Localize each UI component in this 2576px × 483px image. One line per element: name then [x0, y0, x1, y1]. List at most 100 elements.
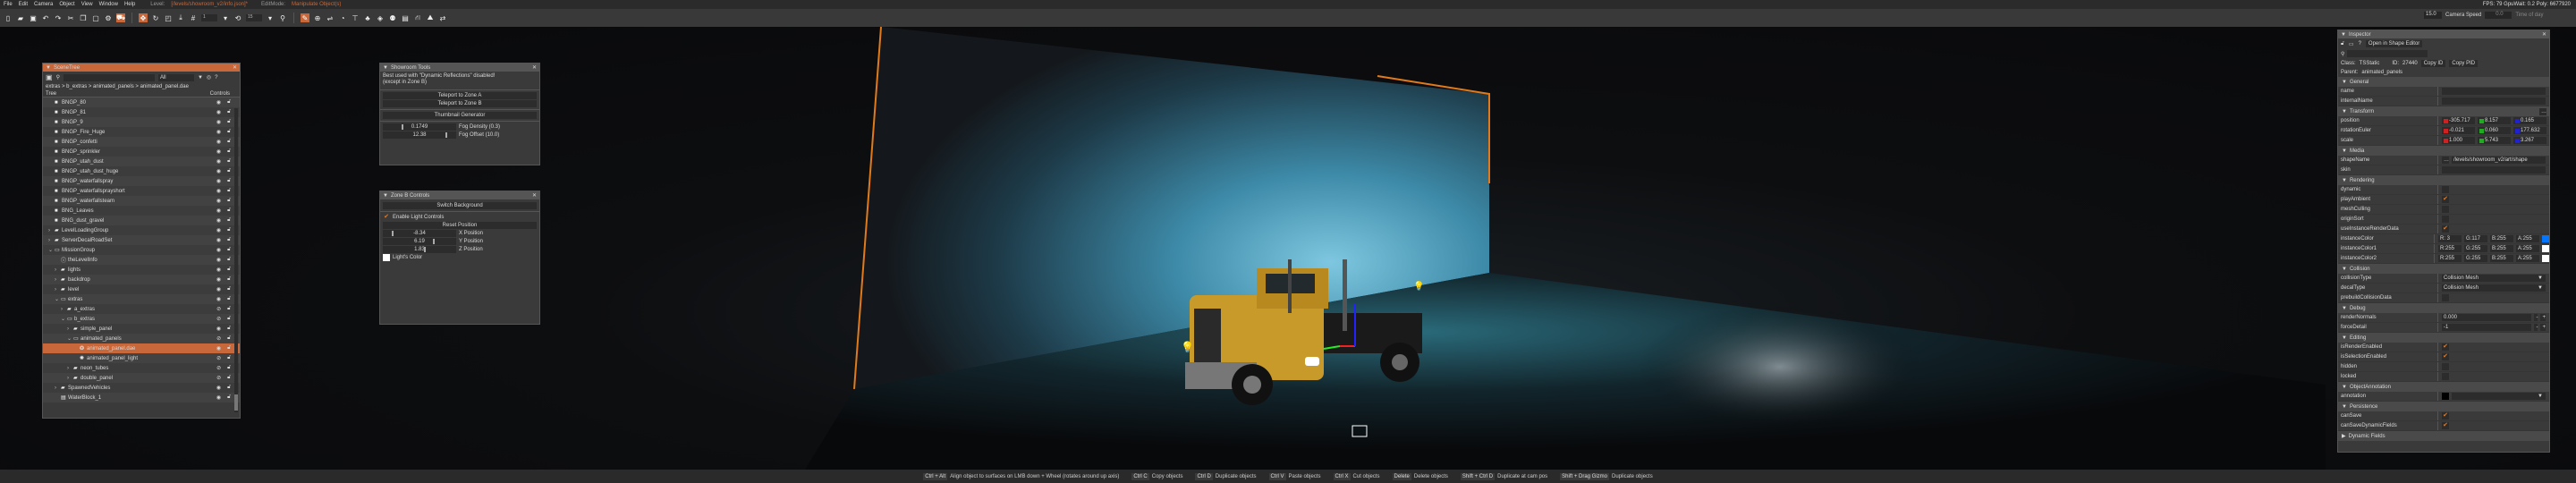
close-icon[interactable]: ✕: [2542, 31, 2546, 38]
showroom-tools-header[interactable]: ▼ Showroom Tools ✕: [380, 64, 539, 72]
increment-button[interactable]: +: [2540, 314, 2546, 321]
tree-row[interactable]: › ▰ neon_tubes ⊘ 🔓︎: [43, 363, 240, 373]
eye-icon[interactable]: ◉: [216, 119, 221, 125]
lock-open-icon[interactable]: 🔓︎: [227, 109, 231, 115]
help-icon[interactable]: ?: [2359, 41, 2361, 47]
snap-to-ground-icon[interactable]: ⤓: [176, 13, 185, 22]
expand-chevron-icon[interactable]: ›: [67, 376, 73, 381]
color-channel-input[interactable]: A:255: [2516, 235, 2539, 242]
tree-row[interactable]: › ▰ SpawnedVehicles ◉ 🔓︎: [43, 383, 240, 393]
search-input[interactable]: [63, 73, 155, 81]
expand-icon[interactable]: ▶: [2342, 433, 2346, 439]
broadcast-icon[interactable]: ◎: [207, 74, 211, 80]
color-swatch[interactable]: [2542, 235, 2549, 242]
translate-gizmo-icon[interactable]: ✥: [139, 13, 148, 22]
menu-object[interactable]: Object: [59, 2, 74, 7]
playAmbient-checkbox[interactable]: ✔: [2442, 196, 2449, 203]
section-media[interactable]: ▼ Media: [2338, 146, 2549, 156]
tree-row[interactable]: ■ BNG_Leaves ◉ 🔓︎: [43, 206, 240, 216]
eye-icon[interactable]: ◉: [216, 139, 221, 145]
decalType-select[interactable]: Collision Mesh ▼: [2442, 284, 2546, 292]
inspector-header[interactable]: ▼ Inspector ✕: [2338, 30, 2549, 38]
add-group-icon[interactable]: ▣: [46, 73, 53, 81]
tree-row[interactable]: ■ BNGP_utah_dust ◉ 🔓︎: [43, 157, 240, 166]
lock-open-icon[interactable]: 🔓︎: [227, 99, 231, 106]
lock-open-icon[interactable]: 🔓︎: [227, 237, 231, 243]
expand-chevron-icon[interactable]: ⌄: [61, 316, 67, 322]
internalName-input[interactable]: [2442, 97, 2546, 105]
tree-row[interactable]: › ▰ ServerDecalRoadSet ◉ 🔓︎: [43, 235, 240, 245]
undo-icon[interactable]: ↶: [41, 13, 50, 22]
terrain-icon[interactable]: ⛰: [426, 13, 435, 22]
reset-position-button[interactable]: Reset Position: [383, 222, 537, 229]
tree-row[interactable]: › ▰ double_panel ⊘ 🔓︎: [43, 373, 240, 383]
x-position-slider[interactable]: -8.34: [383, 230, 456, 237]
collapse-icon[interactable]: ▼: [383, 193, 388, 199]
tree-row[interactable]: ■ BNGP_waterfallspray ◉ 🔓︎: [43, 176, 240, 186]
collisionType-select[interactable]: Collision Mesh ▼: [2442, 275, 2546, 282]
cut-icon[interactable]: ✂: [66, 13, 75, 22]
browse-button[interactable]: …: [2442, 157, 2449, 164]
search-icon[interactable]: ⚲: [56, 74, 60, 80]
color-channel-input[interactable]: G:255: [2464, 245, 2487, 252]
lock-open-icon[interactable]: 🔓︎: [227, 365, 231, 371]
expand-chevron-icon[interactable]: ⌄: [48, 247, 55, 253]
meshCulling-checkbox[interactable]: [2442, 206, 2449, 213]
section-objectannotation[interactable]: ▼ ObjectAnnotation: [2338, 382, 2549, 392]
eye-icon[interactable]: ◉: [216, 217, 221, 224]
tree-row[interactable]: ■ BNGP_9 ◉ 🔓︎: [43, 117, 240, 127]
menu-camera[interactable]: Camera: [34, 2, 53, 7]
lock-open-icon[interactable]: 🔓︎: [227, 139, 231, 145]
time-of-day-input[interactable]: 0.0: [2485, 12, 2512, 19]
redo-icon[interactable]: ↷: [54, 13, 63, 22]
expand-chevron-icon[interactable]: ›: [61, 307, 67, 312]
dynamic-checkbox[interactable]: [2442, 186, 2449, 193]
collapse-icon[interactable]: ▼: [2342, 178, 2347, 183]
decrement-button[interactable]: -: [2534, 314, 2538, 321]
lock-open-icon[interactable]: 🔓︎: [227, 247, 231, 253]
tree-row[interactable]: ❂ animated_panel.dae ◉ 🔓︎: [43, 343, 240, 353]
rotation-snap-icon[interactable]: ⟲: [233, 13, 242, 22]
lock-open-icon[interactable]: 🔓︎: [227, 355, 231, 361]
color-swatch[interactable]: [2542, 245, 2549, 252]
scrollbar[interactable]: [234, 108, 238, 412]
zone-b-header[interactable]: ▼ Zone B Controls ✕: [380, 191, 539, 199]
chevron-down-icon[interactable]: ▾: [266, 13, 275, 22]
annotation-select[interactable]: ▼: [2452, 393, 2546, 400]
menu-help[interactable]: Help: [124, 2, 135, 7]
tree-row[interactable]: ■ BNGP_Fire_Huge ◉ 🔓︎: [43, 127, 240, 137]
eye-icon[interactable]: ◉: [216, 237, 221, 243]
eye-icon[interactable]: ◉: [216, 109, 221, 115]
menu-file[interactable]: File: [4, 2, 13, 7]
eye-icon[interactable]: ◉: [216, 247, 221, 253]
lock-open-icon[interactable]: 🔓︎: [227, 286, 231, 292]
tree-row[interactable]: ⌄ ▭ animated_panels ⊘ 🔓︎: [43, 334, 240, 343]
eye-icon[interactable]: ◉: [216, 198, 221, 204]
annotation-color-swatch[interactable]: [2442, 393, 2449, 400]
lock-open-icon[interactable]: 🔓︎: [227, 394, 231, 401]
collapse-icon[interactable]: ▼: [2342, 267, 2347, 272]
copy-pid-button[interactable]: Copy PID: [2449, 59, 2479, 67]
tree-row[interactable]: ■ BNGP_waterfallsprayshort ◉ 🔓︎: [43, 186, 240, 196]
expand-chevron-icon[interactable]: ›: [55, 386, 61, 391]
terrain-paint-icon[interactable]: ◔: [338, 13, 347, 22]
eye-icon[interactable]: ◉: [216, 188, 221, 194]
lock-open-icon[interactable]: 🔓︎: [227, 385, 231, 391]
close-icon[interactable]: ✕: [532, 64, 537, 71]
canSaveDynamicFields-checkbox[interactable]: ✔: [2442, 422, 2449, 429]
lock-open-icon[interactable]: 🔓︎: [227, 168, 231, 174]
eye-slash-icon[interactable]: ⊘: [216, 335, 221, 342]
prebuildCollisionData-checkbox[interactable]: [2442, 294, 2449, 301]
color-channel-input[interactable]: A:255: [2516, 255, 2539, 262]
originSort-checkbox[interactable]: [2442, 216, 2449, 223]
switch-background-button[interactable]: Switch Background: [383, 202, 537, 209]
tree-row[interactable]: ■ BNGP_81 ◉ 🔓︎: [43, 107, 240, 117]
eye-icon[interactable]: ◉: [216, 158, 221, 165]
section-transform[interactable]: ▼ Transform…: [2338, 106, 2549, 116]
tree-row[interactable]: ⌄ ▭ extras ◉ 🔓︎: [43, 294, 240, 304]
eye-icon[interactable]: ◉: [216, 227, 221, 233]
eye-icon[interactable]: ◉: [216, 267, 221, 273]
chevron-down-icon[interactable]: ▼: [2538, 285, 2543, 291]
lock-open-icon[interactable]: 🔓︎: [227, 129, 231, 135]
isRenderEnabled-checkbox[interactable]: ✔: [2442, 343, 2449, 351]
